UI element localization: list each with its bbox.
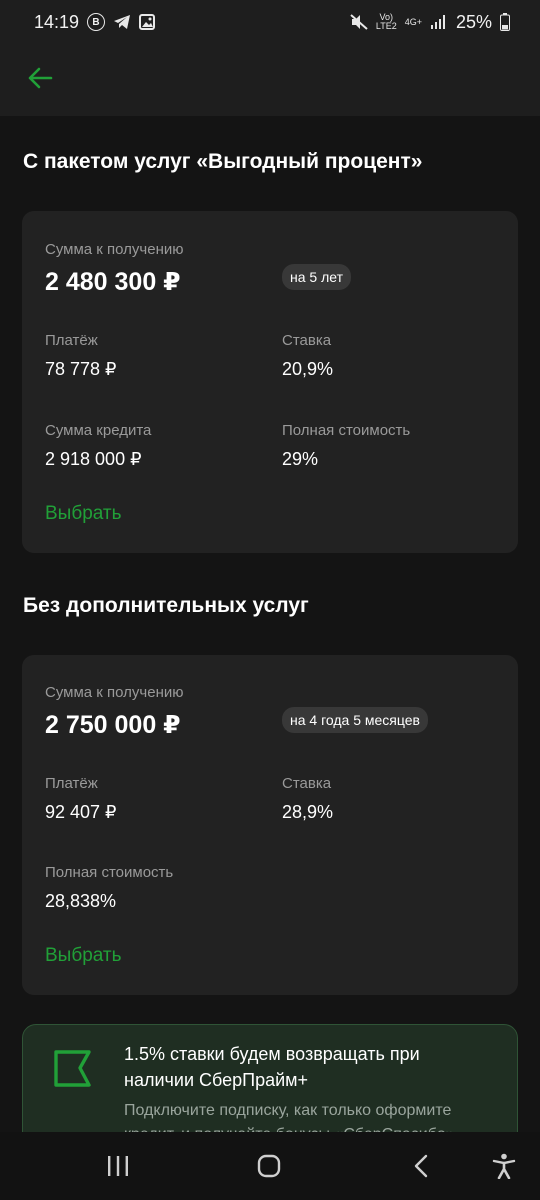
app-badge-icon: B	[87, 13, 106, 31]
home-icon	[257, 1154, 281, 1178]
mute-icon	[350, 14, 368, 30]
status-bar-left: 14:19 B	[34, 11, 156, 33]
amount-value: 2 750 000 ₽	[45, 711, 181, 739]
select-button[interactable]: Выбрать	[45, 945, 122, 967]
status-bar-right: Vo) LTE2 4G+ 25%	[350, 12, 510, 33]
recent-apps-button[interactable]	[98, 1150, 138, 1182]
app-badge-letter: B	[92, 16, 100, 28]
network-indicator: 4G+	[404, 16, 422, 27]
status-time: 14:19	[34, 11, 80, 32]
full-cost-value: 28,838%	[45, 891, 117, 911]
offer-1-section-title: С пакетом услуг «Выгодный процент»	[23, 150, 423, 173]
rate-label: Ставка	[282, 775, 332, 792]
signal-icon	[430, 15, 445, 29]
payment-label: Платёж	[45, 332, 98, 349]
term-badge: на 4 года 5 месяцев	[282, 707, 428, 733]
offer-card-2[interactable]: Сумма к получению 2 750 000 ₽ на 4 года …	[22, 655, 518, 995]
offer-card-1[interactable]: Сумма к получению 2 480 300 ₽ на 5 лет П…	[22, 211, 518, 553]
full-cost-value: 29%	[282, 449, 319, 469]
rate-value: 28,9%	[282, 802, 334, 822]
term-badge: на 5 лет	[282, 264, 351, 290]
amount-label: Сумма к получению	[45, 241, 184, 258]
sberprime-flag-icon	[54, 1050, 91, 1087]
status-bar: 14:19 B Vo) LTE2 4G+ 25%	[0, 0, 540, 44]
recent-apps-icon	[108, 1156, 128, 1176]
gallery-icon	[139, 14, 156, 30]
accessibility-button[interactable]	[484, 1150, 524, 1182]
app-bar	[0, 44, 540, 116]
select-button[interactable]: Выбрать	[45, 503, 122, 525]
system-nav-bar	[0, 1132, 540, 1200]
volte-indicator: Vo) LTE2	[375, 12, 397, 31]
payment-label: Платёж	[45, 775, 98, 792]
battery-icon	[500, 13, 510, 31]
accessibility-icon	[492, 1153, 516, 1179]
amount-value: 2 480 300 ₽	[45, 268, 181, 296]
full-cost-label: Полная стоимость	[282, 422, 411, 439]
rate-value: 20,9%	[282, 359, 334, 379]
arrow-left-icon	[28, 67, 53, 89]
amount-label: Сумма к получению	[45, 684, 184, 701]
telegram-icon	[114, 15, 131, 29]
full-cost-label: Полная стоимость	[45, 864, 174, 881]
offer-2-section-title: Без дополнительных услуг	[23, 594, 309, 617]
payment-value: 78 778 ₽	[45, 359, 117, 379]
back-button[interactable]	[22, 60, 58, 96]
home-button[interactable]	[249, 1150, 289, 1182]
chevron-left-icon	[414, 1154, 428, 1178]
rate-label: Ставка	[282, 332, 332, 349]
credit-value: 2 918 000 ₽	[45, 449, 142, 469]
back-nav-button[interactable]	[401, 1150, 441, 1182]
promo-title: 1.5% ставки будем возвращать при наличии…	[124, 1044, 420, 1090]
payment-value: 92 407 ₽	[45, 802, 117, 822]
battery-percent: 25%	[455, 11, 492, 32]
credit-label: Сумма кредита	[45, 422, 152, 439]
